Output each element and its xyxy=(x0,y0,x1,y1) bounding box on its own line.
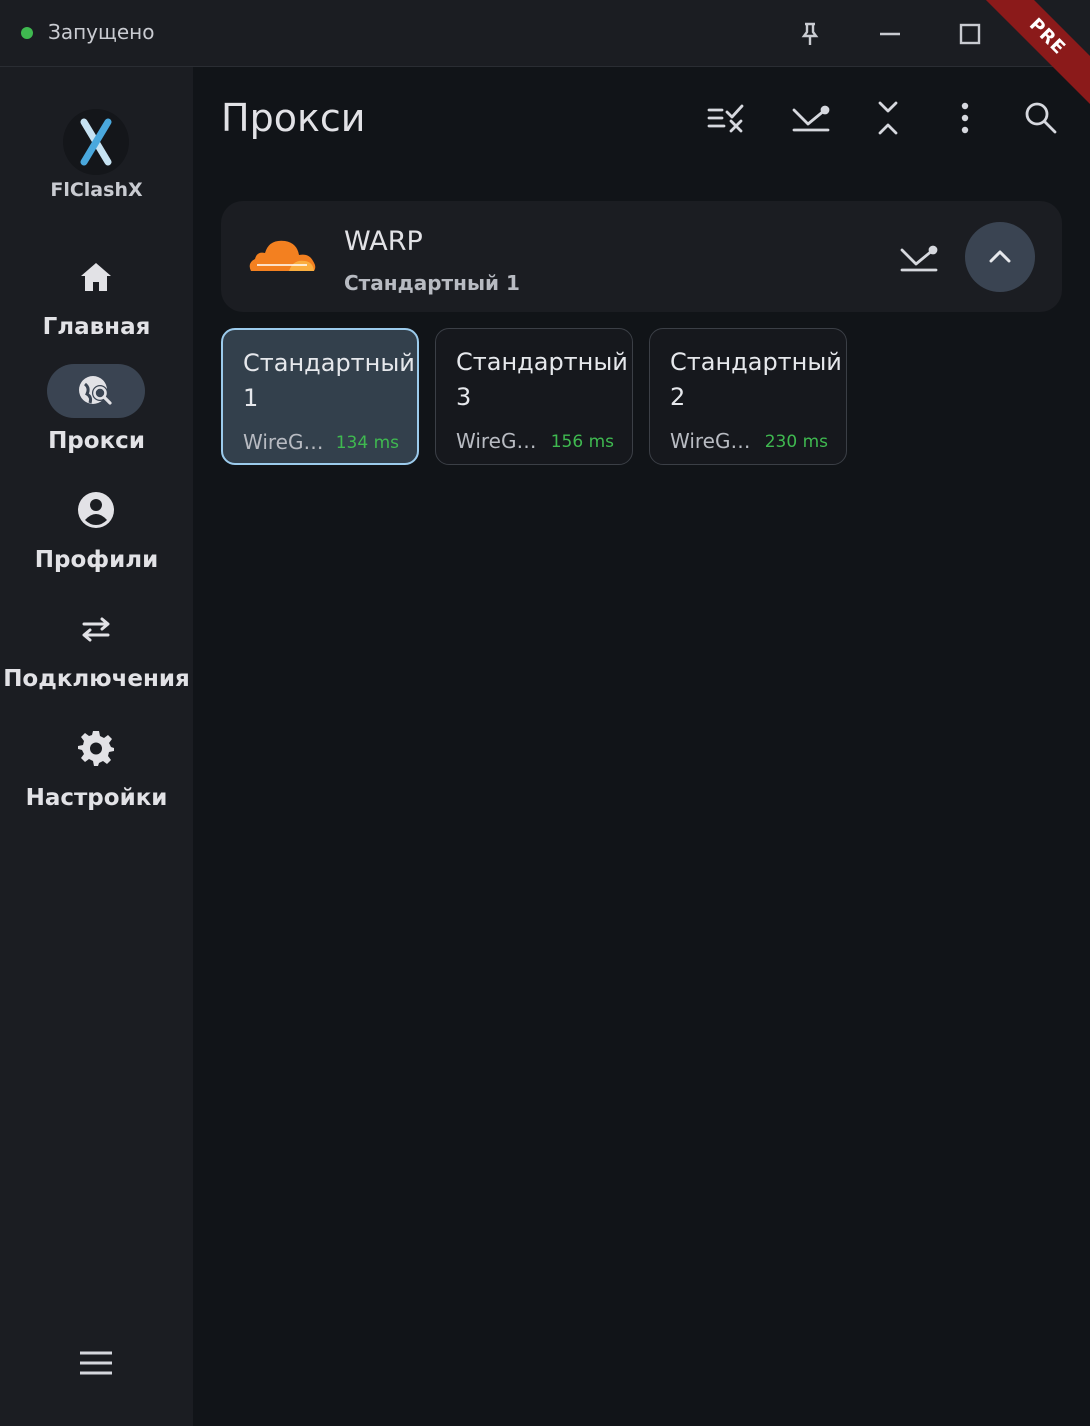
gear-icon xyxy=(78,731,114,766)
proxy-type: WireGuard xyxy=(243,430,333,454)
title-bar: Запущено xyxy=(0,0,1090,67)
app-logo xyxy=(63,109,129,175)
collapse-all-icon xyxy=(878,101,898,135)
nav-item-settings[interactable]: Настройки xyxy=(0,721,193,831)
proxy-group-card[interactable]: WARP Стандартный 1 xyxy=(221,201,1062,312)
maximize-icon xyxy=(959,23,981,45)
proxy-card[interactable]: Стандартный 3 WireGuard 156 ms xyxy=(435,328,633,465)
maximize-button[interactable] xyxy=(950,14,990,54)
nav-item-profiles[interactable]: Профили xyxy=(0,483,193,593)
group-selected-proxy: Стандартный 1 xyxy=(344,271,520,295)
proxy-name-line: Стандартный xyxy=(243,349,415,377)
nav-label: Главная xyxy=(42,314,151,340)
menu-button[interactable] xyxy=(71,1343,121,1383)
proxy-delay: 230 ms xyxy=(764,432,828,452)
proxy-name: Стандартный 1 xyxy=(243,346,415,416)
app-name: FlClashX xyxy=(50,179,143,201)
nav-label: Настройки xyxy=(25,785,168,811)
close-button[interactable] xyxy=(1030,14,1070,54)
minimize-icon xyxy=(880,32,900,36)
nav-label: Прокси xyxy=(48,428,145,454)
proxy-card[interactable]: Стандартный 1 WireGuard 134 ms xyxy=(221,328,419,465)
chevron-up-icon xyxy=(989,250,1011,263)
clear-selection-button[interactable] xyxy=(700,92,752,144)
proxy-name: Стандартный 3 xyxy=(456,345,628,415)
home-icon xyxy=(81,263,111,291)
proxy-type: WireGuard xyxy=(670,429,760,453)
close-icon xyxy=(1041,25,1059,43)
proxy-name-line: Стандартный xyxy=(456,348,628,376)
proxy-delay: 156 ms xyxy=(550,432,614,452)
nav-item-proxy[interactable]: Прокси xyxy=(0,364,193,474)
pin-icon xyxy=(801,22,819,45)
proxy-card[interactable]: Стандартный 2 WireGuard 230 ms xyxy=(649,328,847,465)
status-text: Запущено xyxy=(48,20,155,44)
nav-icon-wrap xyxy=(47,721,145,775)
search-icon xyxy=(1025,102,1057,134)
minimize-button[interactable] xyxy=(870,14,910,54)
nav-icon-wrap xyxy=(47,364,145,418)
nav-label: Подключения xyxy=(3,666,190,692)
nav-icon-wrap xyxy=(47,602,145,656)
cloudflare-cloud-icon xyxy=(249,240,316,271)
nav-item-connections[interactable]: Подключения xyxy=(0,602,193,712)
proxy-delay: 134 ms xyxy=(335,433,399,453)
page-title: Прокси xyxy=(221,96,366,140)
proxy-name-line: 2 xyxy=(670,383,686,411)
collapse-all-button[interactable] xyxy=(862,92,914,144)
speed-test-button[interactable] xyxy=(785,92,837,144)
speed-test-icon xyxy=(792,105,830,132)
proxy-name: Стандартный 2 xyxy=(670,345,842,415)
group-logo xyxy=(247,237,317,277)
group-collapse-button[interactable] xyxy=(965,222,1035,292)
more-vert-icon xyxy=(961,102,969,134)
swap-arrows-icon xyxy=(82,617,110,642)
proxy-type: WireGuard xyxy=(456,429,546,453)
nav-item-home[interactable]: Главная xyxy=(0,250,193,360)
group-speed-test-button[interactable] xyxy=(896,235,942,281)
app-logo-icon xyxy=(80,118,112,166)
pin-button[interactable] xyxy=(790,14,830,54)
speed-test-icon xyxy=(900,245,938,272)
nav-icon-wrap xyxy=(47,250,145,304)
more-button[interactable] xyxy=(939,92,991,144)
sidebar: FlClashX Главная Прокси Профили Подключе… xyxy=(0,67,193,1426)
nav-label: Профили xyxy=(34,547,159,573)
hamburger-icon xyxy=(80,1351,112,1375)
group-name: WARP xyxy=(344,226,423,257)
proxy-name-line: 3 xyxy=(456,383,472,411)
status-indicator xyxy=(21,27,33,39)
proxy-search-icon xyxy=(79,376,112,405)
search-button[interactable] xyxy=(1015,92,1067,144)
proxy-name-line: 1 xyxy=(243,384,259,412)
checklist-clear-icon xyxy=(707,104,744,133)
nav-icon-wrap xyxy=(47,483,145,537)
account-icon xyxy=(78,492,114,528)
proxy-name-line: Стандартный xyxy=(670,348,842,376)
